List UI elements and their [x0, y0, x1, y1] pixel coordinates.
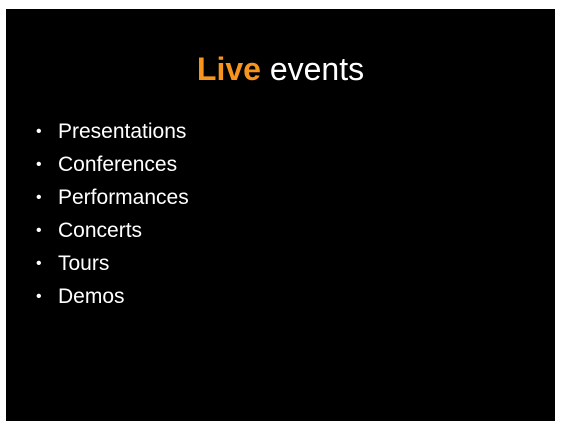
- list-item-label: Presentations: [58, 120, 187, 143]
- list-item: • Tours: [36, 247, 189, 280]
- slide-title-rest: events: [260, 51, 365, 87]
- bullet-icon: •: [36, 156, 42, 173]
- page: Live events • Presentations • Conferences • P…: [0, 0, 561, 426]
- list-item: • Concerts: [36, 214, 189, 247]
- bullet-icon: •: [36, 222, 42, 239]
- list-item: • Demos: [36, 280, 189, 313]
- list-item: • Presentations: [36, 115, 189, 148]
- list-item-label: Tours: [58, 252, 110, 275]
- list-item-label: Performances: [58, 186, 189, 209]
- slide-title-accent: Live: [196, 51, 261, 87]
- list-item-label: Concerts: [58, 219, 143, 242]
- bullet-icon: •: [36, 123, 42, 140]
- slide: Live events • Presentations • Conferences • P…: [6, 9, 555, 421]
- list-item: • Conferences: [36, 148, 189, 181]
- list-item: • Performances: [36, 181, 189, 214]
- list-item-label: Demos: [58, 285, 125, 308]
- bullet-icon: •: [36, 288, 42, 305]
- bullet-icon: •: [36, 255, 42, 272]
- bullet-icon: •: [36, 189, 42, 206]
- slide-title: Live events: [6, 49, 555, 89]
- bullet-list: • Presentations • Conferences • Performances •…: [36, 115, 189, 313]
- list-item-label: Conferences: [58, 153, 178, 176]
